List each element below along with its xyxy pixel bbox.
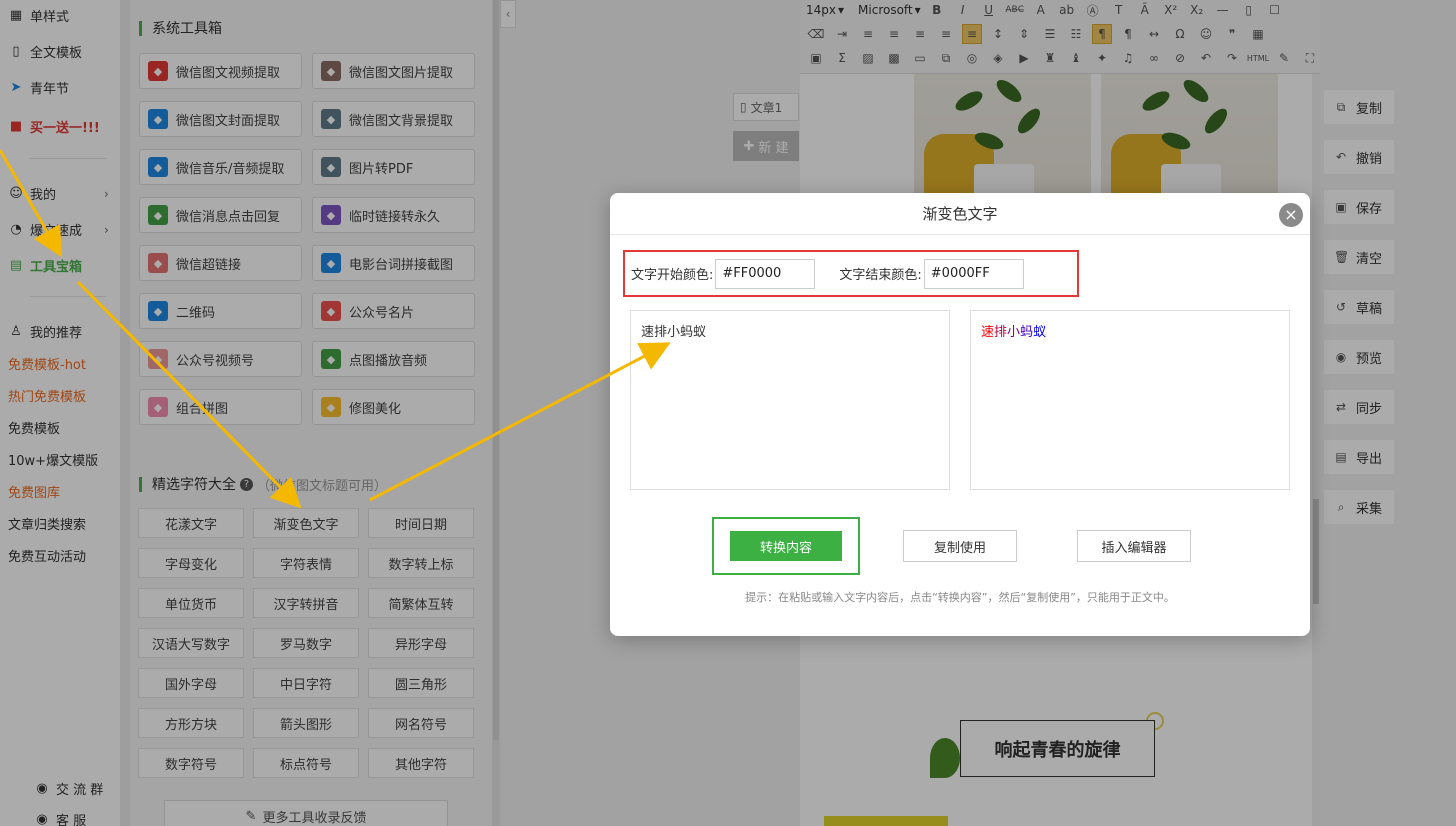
arrow-to-gradient-button: [76, 280, 302, 509]
arrow-to-toolbox: [0, 149, 62, 258]
arrow-to-input: [369, 342, 671, 502]
annotation-arrows: [0, 149, 671, 509]
